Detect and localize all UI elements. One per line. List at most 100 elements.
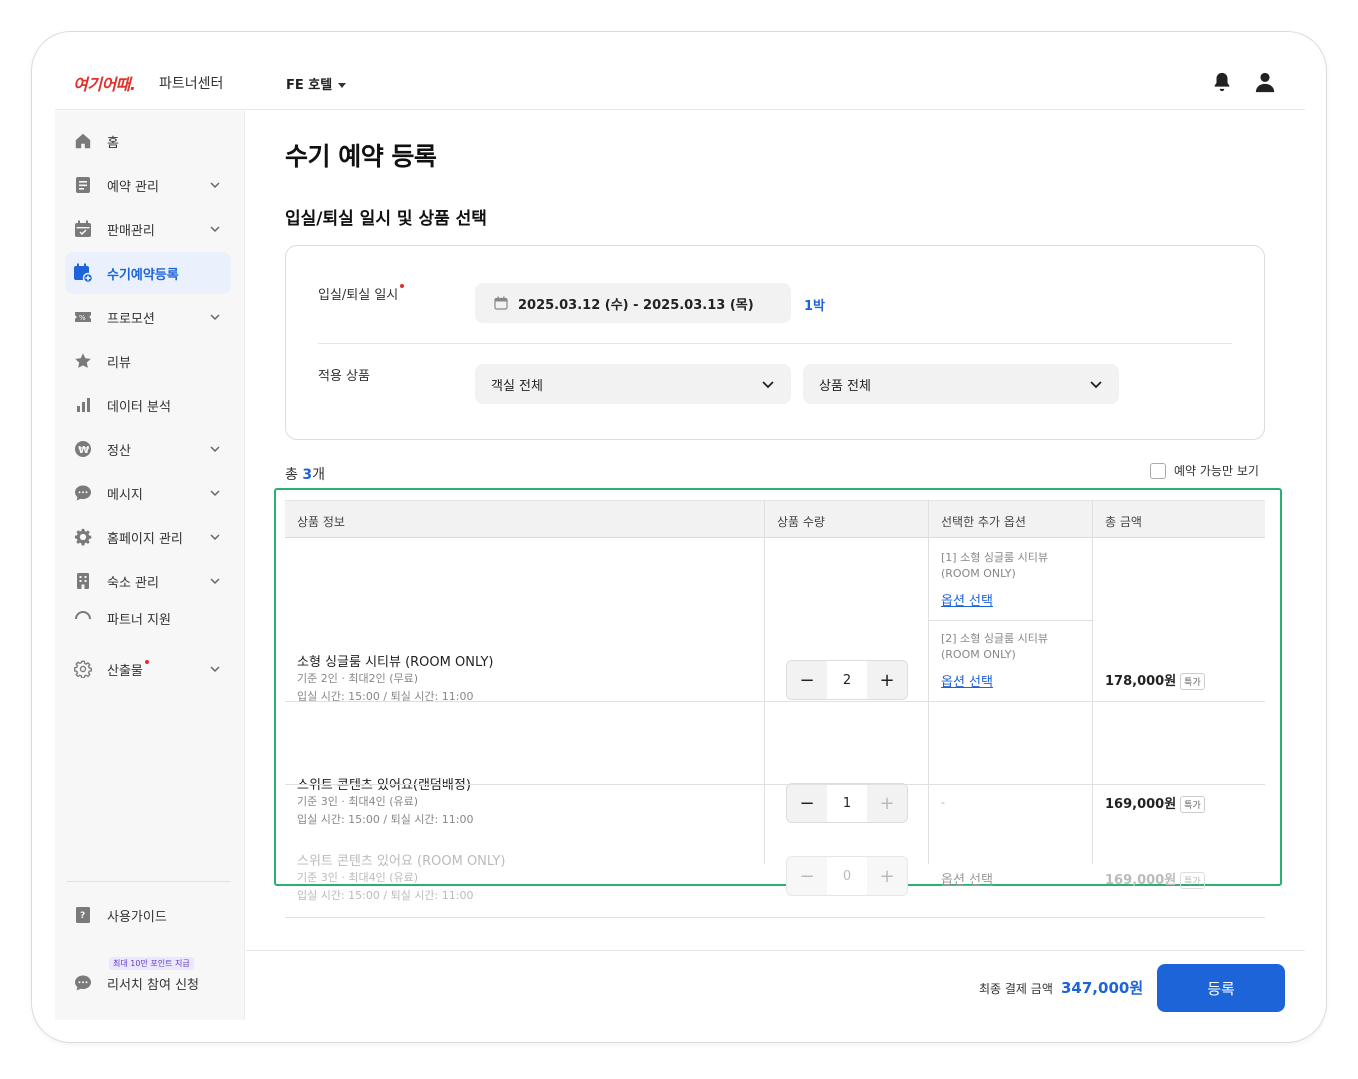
sidebar-item-partner-support-row: 파트너 지원 (65, 611, 231, 625)
sidebar-item-home[interactable]: 홈 (65, 120, 231, 162)
sidebar-item-text: 산출물 (107, 663, 143, 679)
star-icon (73, 351, 93, 371)
sidebar-item-promotion[interactable]: % 프로모션 (65, 296, 231, 338)
sidebar-item-label: 수기예약등록 (107, 267, 179, 283)
sidebar: 홈 예약 관리 판매관리 수기예약등록 % 프로모션 리뷰 데이터 분석 ₩ 정… (55, 111, 245, 1020)
headset-icon (73, 611, 93, 625)
product-label: 적용 상품 (318, 369, 370, 384)
gear-outline-icon (73, 659, 93, 679)
decrement-button[interactable]: − (787, 661, 827, 699)
sidebar-item-label: 예약 관리 (107, 179, 159, 195)
row-price: 169,000원 특가 (1105, 869, 1205, 889)
th-total: 총 금액 (1105, 515, 1142, 529)
chevron-down-icon (1090, 381, 1102, 389)
sidebar-item-sales[interactable]: 판매관리 (65, 208, 231, 250)
sidebar-item-reservations[interactable]: 예약 관리 (65, 164, 231, 206)
option-summary: [2] 소형 싱글룸 시티뷰 (ROOM ONLY) (941, 632, 1049, 661)
bell-icon[interactable] (1211, 70, 1233, 94)
product-select[interactable]: 상품 전체 (803, 364, 1119, 404)
home-icon (73, 131, 93, 151)
deal-tag: 특가 (1180, 872, 1205, 889)
sidebar-item-review[interactable]: 리뷰 (65, 340, 231, 382)
price-value: 178,000원 (1105, 674, 1177, 689)
won-coin-icon: ₩ (73, 439, 93, 459)
caret-down-icon (338, 83, 347, 88)
product-select-value: 상품 전체 (819, 378, 871, 394)
calendar-icon (494, 296, 508, 310)
decrement-button[interactable]: − (787, 857, 827, 895)
svg-text:₩: ₩ (78, 445, 89, 456)
count-prefix: 총 (285, 467, 303, 483)
product-capacity: 기준 2인 · 최대2인 (무료) (297, 672, 419, 685)
count-value: 3 (302, 467, 313, 483)
sidebar-item-research[interactable]: 리서치 참여 신청 (65, 962, 231, 1004)
chevron-down-icon (210, 534, 220, 541)
sidebar-item-deliverables[interactable]: 산출물 (65, 648, 231, 690)
sidebar-item-label: 메시지 (107, 487, 143, 503)
sidebar-item-property[interactable]: 숙소 관리 (65, 560, 231, 602)
available-only-toggle[interactable]: 예약 가능만 보기 (1150, 462, 1259, 479)
quantity-stepper: − 1 + (786, 783, 908, 823)
brand-logo[interactable]: 여기어때. (73, 71, 136, 95)
user-icon[interactable] (1254, 70, 1276, 94)
chevron-down-icon (210, 226, 220, 233)
option-select-link[interactable]: 옵션 선택 (941, 671, 993, 690)
quantity-value: 1 (842, 795, 852, 811)
col-divider (928, 500, 929, 864)
date-range-value: 2025.03.12 (수) - 2025.03.13 (목) (518, 297, 754, 313)
option-select-link[interactable]: 옵션 선택 (941, 869, 993, 888)
help-book-icon: ? (73, 905, 93, 925)
product-name: 소형 싱글룸 시티뷰 (ROOM ONLY) (297, 655, 494, 670)
increment-button[interactable]: + (867, 661, 907, 699)
date-range-field[interactable]: 2025.03.12 (수) - 2025.03.13 (목) (475, 283, 791, 323)
chat-bubble-icon (73, 973, 93, 993)
quantity-value: 2 (842, 672, 852, 688)
hotel-selector[interactable]: FE 호텔 (286, 74, 347, 93)
sidebar-item-label: 홈페이지 관리 (107, 531, 183, 547)
th-quantity: 상품 수량 (777, 515, 825, 529)
total-value: 347,000원 (1061, 979, 1144, 997)
increment-button[interactable]: + (867, 857, 907, 895)
quantity-stepper: − 0 + (786, 856, 908, 896)
gear-icon (73, 527, 93, 547)
row-divider (285, 917, 1265, 918)
room-select-value: 객실 전체 (491, 378, 543, 394)
sidebar-item-settlement[interactable]: ₩ 정산 (65, 428, 231, 470)
sidebar-item-message[interactable]: 메시지 (65, 472, 231, 514)
chevron-down-icon (762, 381, 774, 389)
submit-button[interactable]: 등록 (1157, 964, 1285, 1012)
available-only-checkbox[interactable] (1150, 462, 1166, 479)
option-select-link[interactable]: 옵션 선택 (941, 590, 993, 609)
required-dot-icon (400, 284, 405, 288)
date-label-text: 입실/퇴실 일시 (318, 288, 399, 303)
col-divider (1092, 500, 1093, 864)
chevron-down-icon (210, 578, 220, 585)
decrement-button[interactable]: − (787, 784, 827, 822)
main-content: 수기 예약 등록 입실/퇴실 일시 및 상품 선택 입실/퇴실 일시 2025.… (246, 111, 1305, 1020)
sidebar-item-partner-support[interactable]: 파트너 지원 (65, 611, 231, 625)
brand-subtitle: 파트너센터 (159, 76, 224, 92)
nights-count: 1박 (804, 299, 826, 314)
sidebar-item-guide[interactable]: ? 사용가이드 (65, 894, 231, 936)
deal-tag: 특가 (1180, 673, 1205, 690)
building-icon (73, 571, 93, 591)
hotel-name: FE 호텔 (286, 78, 333, 93)
sidebar-item-manual-booking[interactable]: 수기예약등록 (65, 252, 231, 294)
product-times: 입실 시간: 15:00 / 퇴실 시간: 11:00 (297, 813, 474, 826)
calendar-add-icon (73, 263, 93, 283)
ticket-icon: % (73, 307, 93, 327)
chevron-down-icon (210, 182, 220, 189)
option-empty: - (941, 796, 945, 809)
sidebar-item-label: 사용가이드 (107, 909, 167, 925)
new-dot-icon (144, 659, 149, 664)
quantity-value: 0 (842, 868, 852, 884)
increment-button[interactable]: + (867, 784, 907, 822)
sidebar-item-label: 리뷰 (107, 355, 131, 371)
sidebar-item-analytics[interactable]: 데이터 분석 (65, 384, 231, 426)
sidebar-item-label: 파트너 지원 (107, 612, 171, 626)
product-times: 입실 시간: 15:00 / 퇴실 시간: 11:00 (297, 889, 474, 902)
filter-divider (318, 343, 1232, 344)
sidebar-item-homepage[interactable]: 홈페이지 관리 (65, 516, 231, 558)
room-select[interactable]: 객실 전체 (475, 364, 791, 404)
row-price: 178,000원 특가 (1105, 670, 1205, 690)
